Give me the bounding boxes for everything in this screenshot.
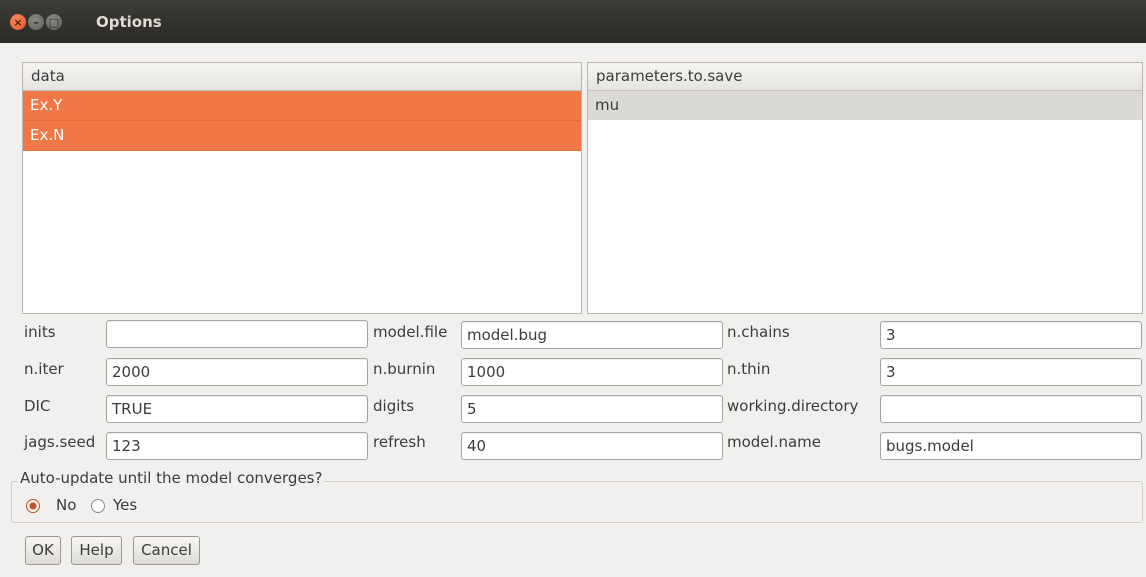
dic-field[interactable]: TRUE [106,395,368,423]
model-name-field[interactable]: bugs.model [880,432,1142,460]
refresh-field[interactable]: 40 [461,432,723,460]
radio-yes[interactable] [91,499,105,513]
digits-field[interactable]: 5 [461,395,723,423]
n-thin-label: n.thin [727,360,771,378]
n-iter-label: n.iter [24,360,64,378]
window-title: Options [96,13,162,31]
model-name-label: model.name [727,433,822,451]
dic-label: DIC [24,397,51,415]
maximize-icon[interactable]: □ [46,14,62,30]
data-list-header[interactable]: data [23,63,581,91]
n-burnin-field[interactable]: 1000 [461,358,723,386]
inits-label: inits [24,323,56,341]
n-chains-label: n.chains [727,323,790,341]
title-bar: × – □ Options [0,0,1146,43]
refresh-label: refresh [373,433,426,451]
parameters-list[interactable]: parameters.to.save mu [587,62,1143,314]
radio-no[interactable] [26,499,40,513]
inits-field[interactable] [106,320,368,348]
close-icon[interactable]: × [10,14,26,30]
list-item[interactable]: Ex.Y [23,91,581,121]
radio-yes-label[interactable]: Yes [113,496,137,514]
n-thin-field[interactable]: 3 [880,358,1142,386]
parameters-list-header[interactable]: parameters.to.save [588,63,1142,91]
model-file-label: model.file [373,323,448,341]
data-list[interactable]: data Ex.Y Ex.N [22,62,582,314]
list-item[interactable]: Ex.N [23,121,581,151]
list-item[interactable]: mu [588,91,1142,120]
minimize-icon[interactable]: – [28,14,44,30]
working-directory-field[interactable] [880,395,1142,423]
jags-seed-field[interactable]: 123 [106,432,368,460]
model-file-field[interactable]: model.bug [461,321,723,349]
cancel-button[interactable]: Cancel [133,536,200,565]
auto-update-frame [11,481,1143,523]
radio-no-label[interactable]: No [56,496,76,514]
n-iter-field[interactable]: 2000 [106,358,368,386]
digits-label: digits [373,397,415,415]
help-button[interactable]: Help [71,536,122,565]
jags-seed-label: jags.seed [24,433,96,451]
working-directory-label: working.directory [727,397,859,415]
auto-update-title: Auto-update until the model converges? [18,469,325,487]
n-chains-field[interactable]: 3 [880,321,1142,349]
n-burnin-label: n.burnin [373,360,436,378]
ok-button[interactable]: OK [25,536,61,565]
